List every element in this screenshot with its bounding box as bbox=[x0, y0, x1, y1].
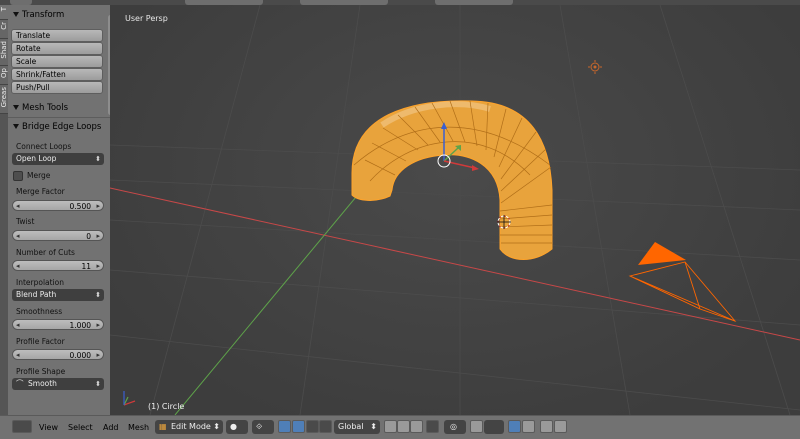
3d-view-header: View Select Add Mesh ▦ Edit Mode ⬍ ● ⟐ Glo… bbox=[0, 415, 800, 439]
merge-label: Merge bbox=[27, 171, 51, 180]
decrement-arrow-icon[interactable]: ◂ bbox=[16, 320, 20, 331]
merge-checkbox[interactable] bbox=[13, 171, 23, 181]
menu-view[interactable]: View bbox=[39, 421, 58, 434]
decrement-arrow-icon[interactable]: ◂ bbox=[16, 231, 20, 242]
tab-create[interactable]: Cr bbox=[0, 20, 8, 39]
translate-button[interactable]: Translate bbox=[11, 29, 103, 42]
transform-panel-header[interactable]: Transform bbox=[8, 8, 110, 22]
increment-arrow-icon[interactable]: ▸ bbox=[96, 320, 100, 331]
tab-options[interactable]: Op bbox=[0, 66, 8, 85]
tab-grease-pencil[interactable]: Greas bbox=[0, 85, 8, 114]
axis-gizmo-icon bbox=[123, 391, 136, 406]
rotate-button[interactable]: Rotate bbox=[11, 42, 103, 55]
rotate-manipulator-icon[interactable] bbox=[306, 420, 319, 433]
tab-shading[interactable]: Shad bbox=[0, 39, 8, 66]
scale-manipulator-icon[interactable] bbox=[319, 420, 332, 433]
lamp-icon[interactable] bbox=[588, 60, 602, 74]
interpolation-dropdown[interactable]: Blend Path ⬍ bbox=[12, 289, 104, 301]
twist-field[interactable]: ◂ 0 ▸ bbox=[12, 230, 104, 241]
collapse-triangle-icon bbox=[13, 105, 19, 110]
scale-button[interactable]: Scale bbox=[11, 55, 103, 68]
pivot-icon: ⟐ bbox=[256, 422, 263, 431]
twist-label: Twist bbox=[16, 217, 35, 226]
number-of-cuts-label: Number of Cuts bbox=[16, 248, 75, 257]
increment-arrow-icon[interactable]: ▸ bbox=[96, 350, 100, 361]
render-still-icon[interactable] bbox=[540, 420, 553, 433]
smoothness-label: Smoothness bbox=[16, 307, 63, 316]
interpolation-label: Interpolation bbox=[16, 278, 64, 287]
panel-divider bbox=[8, 117, 110, 118]
profile-factor-field[interactable]: ◂ 0.000 ▸ bbox=[12, 349, 104, 360]
dropdown-arrows-icon: ⬍ bbox=[95, 291, 101, 299]
dropdown-arrows-icon: ⬍ bbox=[370, 422, 377, 431]
manipulator-toggle-icon[interactable] bbox=[278, 420, 291, 433]
3d-view-icon[interactable] bbox=[12, 420, 32, 433]
proportional-icon: ◎ bbox=[450, 422, 457, 431]
connect-loops-label: Connect Loops bbox=[16, 142, 72, 151]
vertex-select-icon[interactable] bbox=[384, 420, 397, 433]
face-select-icon[interactable] bbox=[410, 420, 423, 433]
snap-toggle-icon[interactable] bbox=[470, 420, 483, 433]
viewport-shading-dropdown[interactable]: ● bbox=[226, 420, 248, 434]
menu-mesh[interactable]: Mesh bbox=[128, 421, 149, 434]
mesh-tools-panel-header[interactable]: Mesh Tools bbox=[8, 101, 110, 115]
decrement-arrow-icon[interactable]: ◂ bbox=[16, 261, 20, 272]
connect-loops-dropdown[interactable]: Open Loop ⬍ bbox=[12, 153, 104, 165]
profile-shape-dropdown[interactable]: ⌒ Smooth ⬍ bbox=[12, 378, 104, 390]
render-layer-icon[interactable] bbox=[508, 420, 521, 433]
proportional-editing-dropdown[interactable]: ◎ bbox=[444, 420, 466, 434]
push-pull-button[interactable]: Push/Pull bbox=[11, 81, 103, 94]
increment-arrow-icon[interactable]: ▸ bbox=[96, 261, 100, 272]
camera-icon[interactable] bbox=[628, 242, 737, 322]
merge-factor-field[interactable]: ◂ 0.500 ▸ bbox=[12, 200, 104, 211]
transform-orientation-dropdown[interactable]: Global ⬍ bbox=[334, 420, 380, 434]
floor-grid bbox=[110, 5, 800, 415]
collapse-triangle-icon bbox=[13, 12, 19, 17]
3d-scene bbox=[110, 5, 800, 415]
tool-shelf: Transform Translate Rotate Scale Shrink/… bbox=[8, 5, 110, 415]
snap-element-dropdown[interactable] bbox=[484, 420, 504, 434]
view-perspective-label: User Persp bbox=[125, 14, 168, 23]
3d-viewport[interactable]: User Persp (1) Circle bbox=[110, 5, 800, 415]
solid-sphere-icon: ● bbox=[230, 422, 237, 431]
profile-shape-label: Profile Shape bbox=[16, 367, 66, 376]
merge-factor-label: Merge Factor bbox=[16, 187, 65, 196]
edge-select-icon[interactable] bbox=[397, 420, 410, 433]
translate-manipulator-icon[interactable] bbox=[292, 420, 305, 433]
dropdown-arrows-icon: ⬍ bbox=[95, 380, 101, 388]
smooth-curve-icon: ⌒ bbox=[16, 379, 24, 388]
profile-factor-label: Profile Factor bbox=[16, 337, 65, 346]
pivot-point-dropdown[interactable]: ⟐ bbox=[252, 420, 274, 434]
menu-add[interactable]: Add bbox=[103, 421, 119, 434]
dropdown-arrows-icon: ⬍ bbox=[95, 155, 101, 163]
edit-mode-icon: ▦ bbox=[159, 422, 167, 431]
bridge-edge-loops-header[interactable]: Bridge Edge Loops bbox=[8, 120, 110, 134]
menu-select[interactable]: Select bbox=[68, 421, 93, 434]
decrement-arrow-icon[interactable]: ◂ bbox=[16, 201, 20, 212]
number-of-cuts-field[interactable]: ◂ 11 ▸ bbox=[12, 260, 104, 271]
limit-selection-icon[interactable] bbox=[426, 420, 439, 433]
copy-layer-icon[interactable] bbox=[522, 420, 535, 433]
decrement-arrow-icon[interactable]: ◂ bbox=[16, 350, 20, 361]
smoothness-field[interactable]: ◂ 1.000 ▸ bbox=[12, 319, 104, 330]
increment-arrow-icon[interactable]: ▸ bbox=[96, 231, 100, 242]
collapse-triangle-icon bbox=[13, 124, 19, 129]
shrink-fatten-button[interactable]: Shrink/Fatten bbox=[11, 68, 103, 81]
tab-tools[interactable]: T bbox=[0, 5, 8, 20]
render-animation-icon[interactable] bbox=[554, 420, 567, 433]
dropdown-arrows-icon: ⬍ bbox=[213, 422, 220, 431]
increment-arrow-icon[interactable]: ▸ bbox=[96, 201, 100, 212]
mode-dropdown[interactable]: ▦ Edit Mode ⬍ bbox=[155, 420, 223, 434]
x-axis-line bbox=[110, 187, 800, 341]
active-object-label: (1) Circle bbox=[148, 402, 185, 411]
